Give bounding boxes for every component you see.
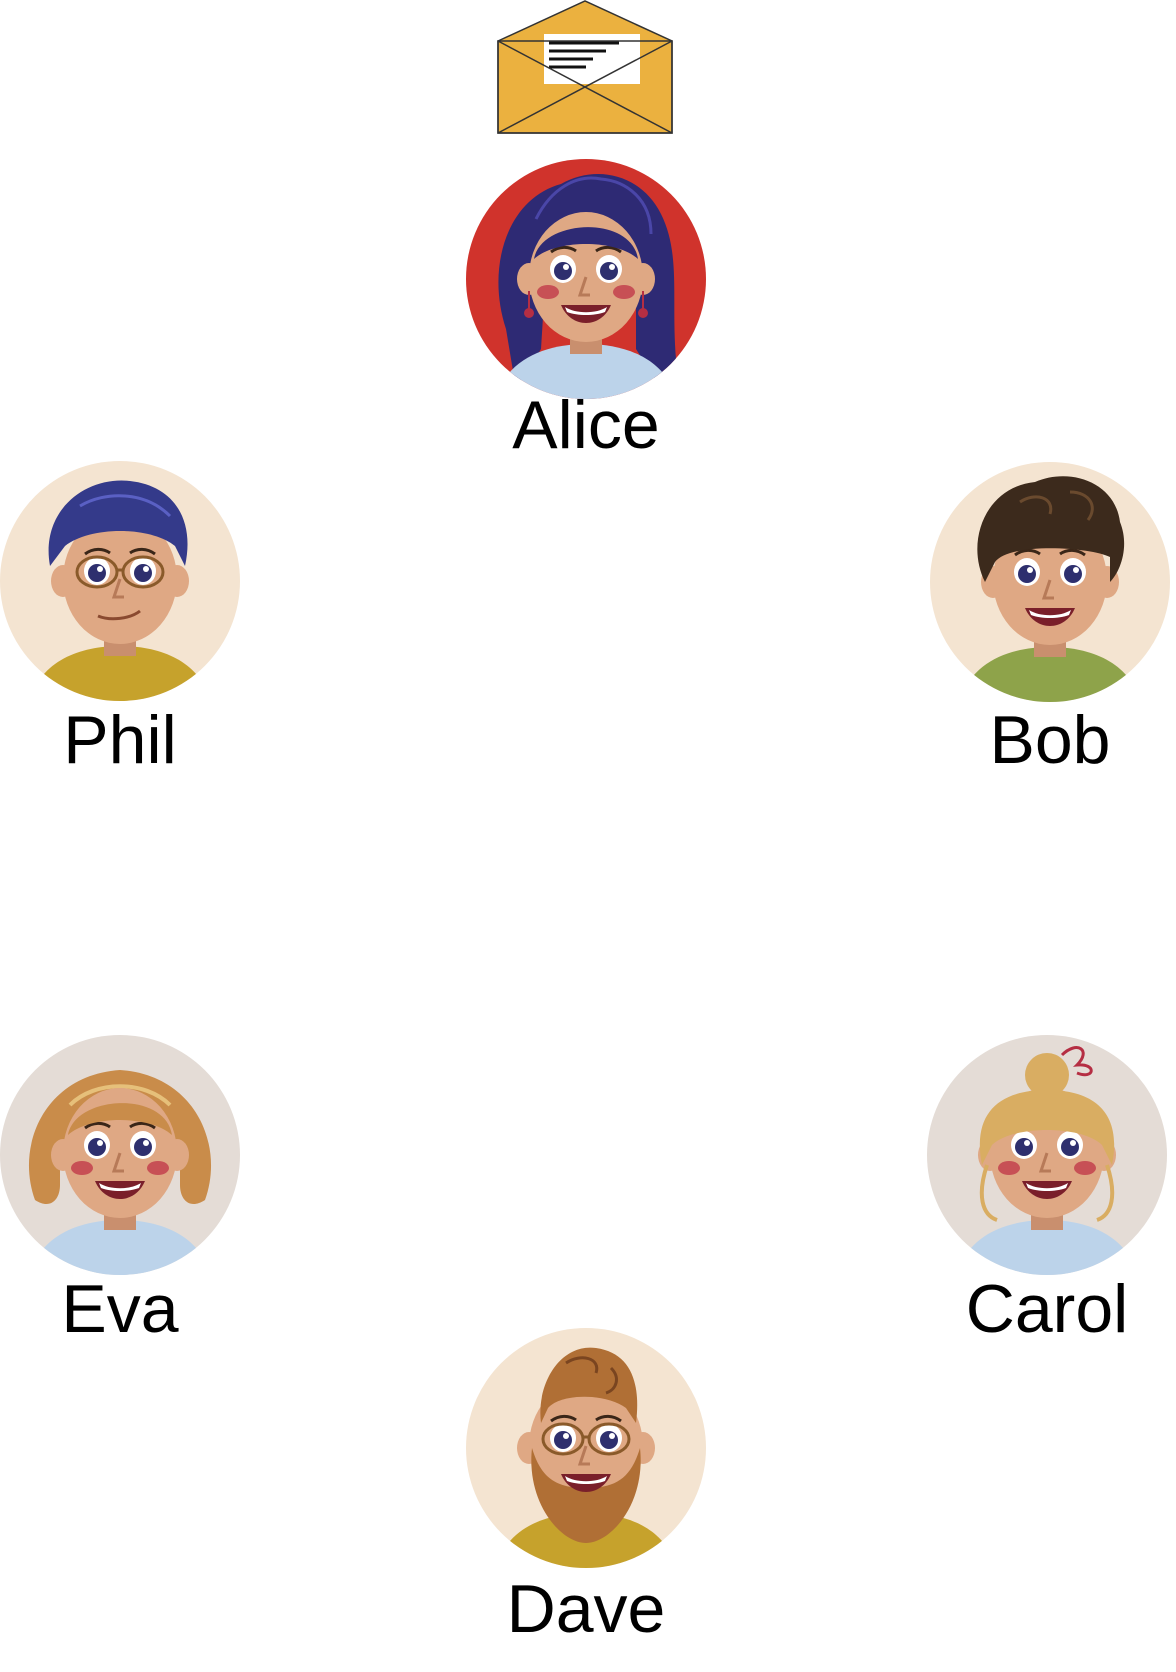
carol-avatar [927,1035,1167,1275]
bob-avatar [930,462,1170,702]
alice-avatar [466,159,706,399]
phil-avatar [0,461,240,701]
person-bob: Bob [930,462,1170,782]
person-phil: Phil [0,461,240,781]
alice-name-label: Alice [512,387,660,463]
eva-name-label: Eva [61,1271,179,1347]
phil-name-label: Phil [63,702,177,778]
bob-name-label: Bob [989,702,1111,778]
person-eva: Eva [0,1035,240,1355]
dave-name-label: Dave [506,1571,666,1647]
envelope-icon [497,0,673,134]
person-dave: Dave [466,1328,706,1648]
eva-avatar [0,1035,240,1275]
person-alice: Alice [466,159,706,469]
dave-avatar [466,1328,706,1568]
carol-name-label: Carol [965,1271,1129,1347]
person-carol: Carol [927,1035,1167,1355]
